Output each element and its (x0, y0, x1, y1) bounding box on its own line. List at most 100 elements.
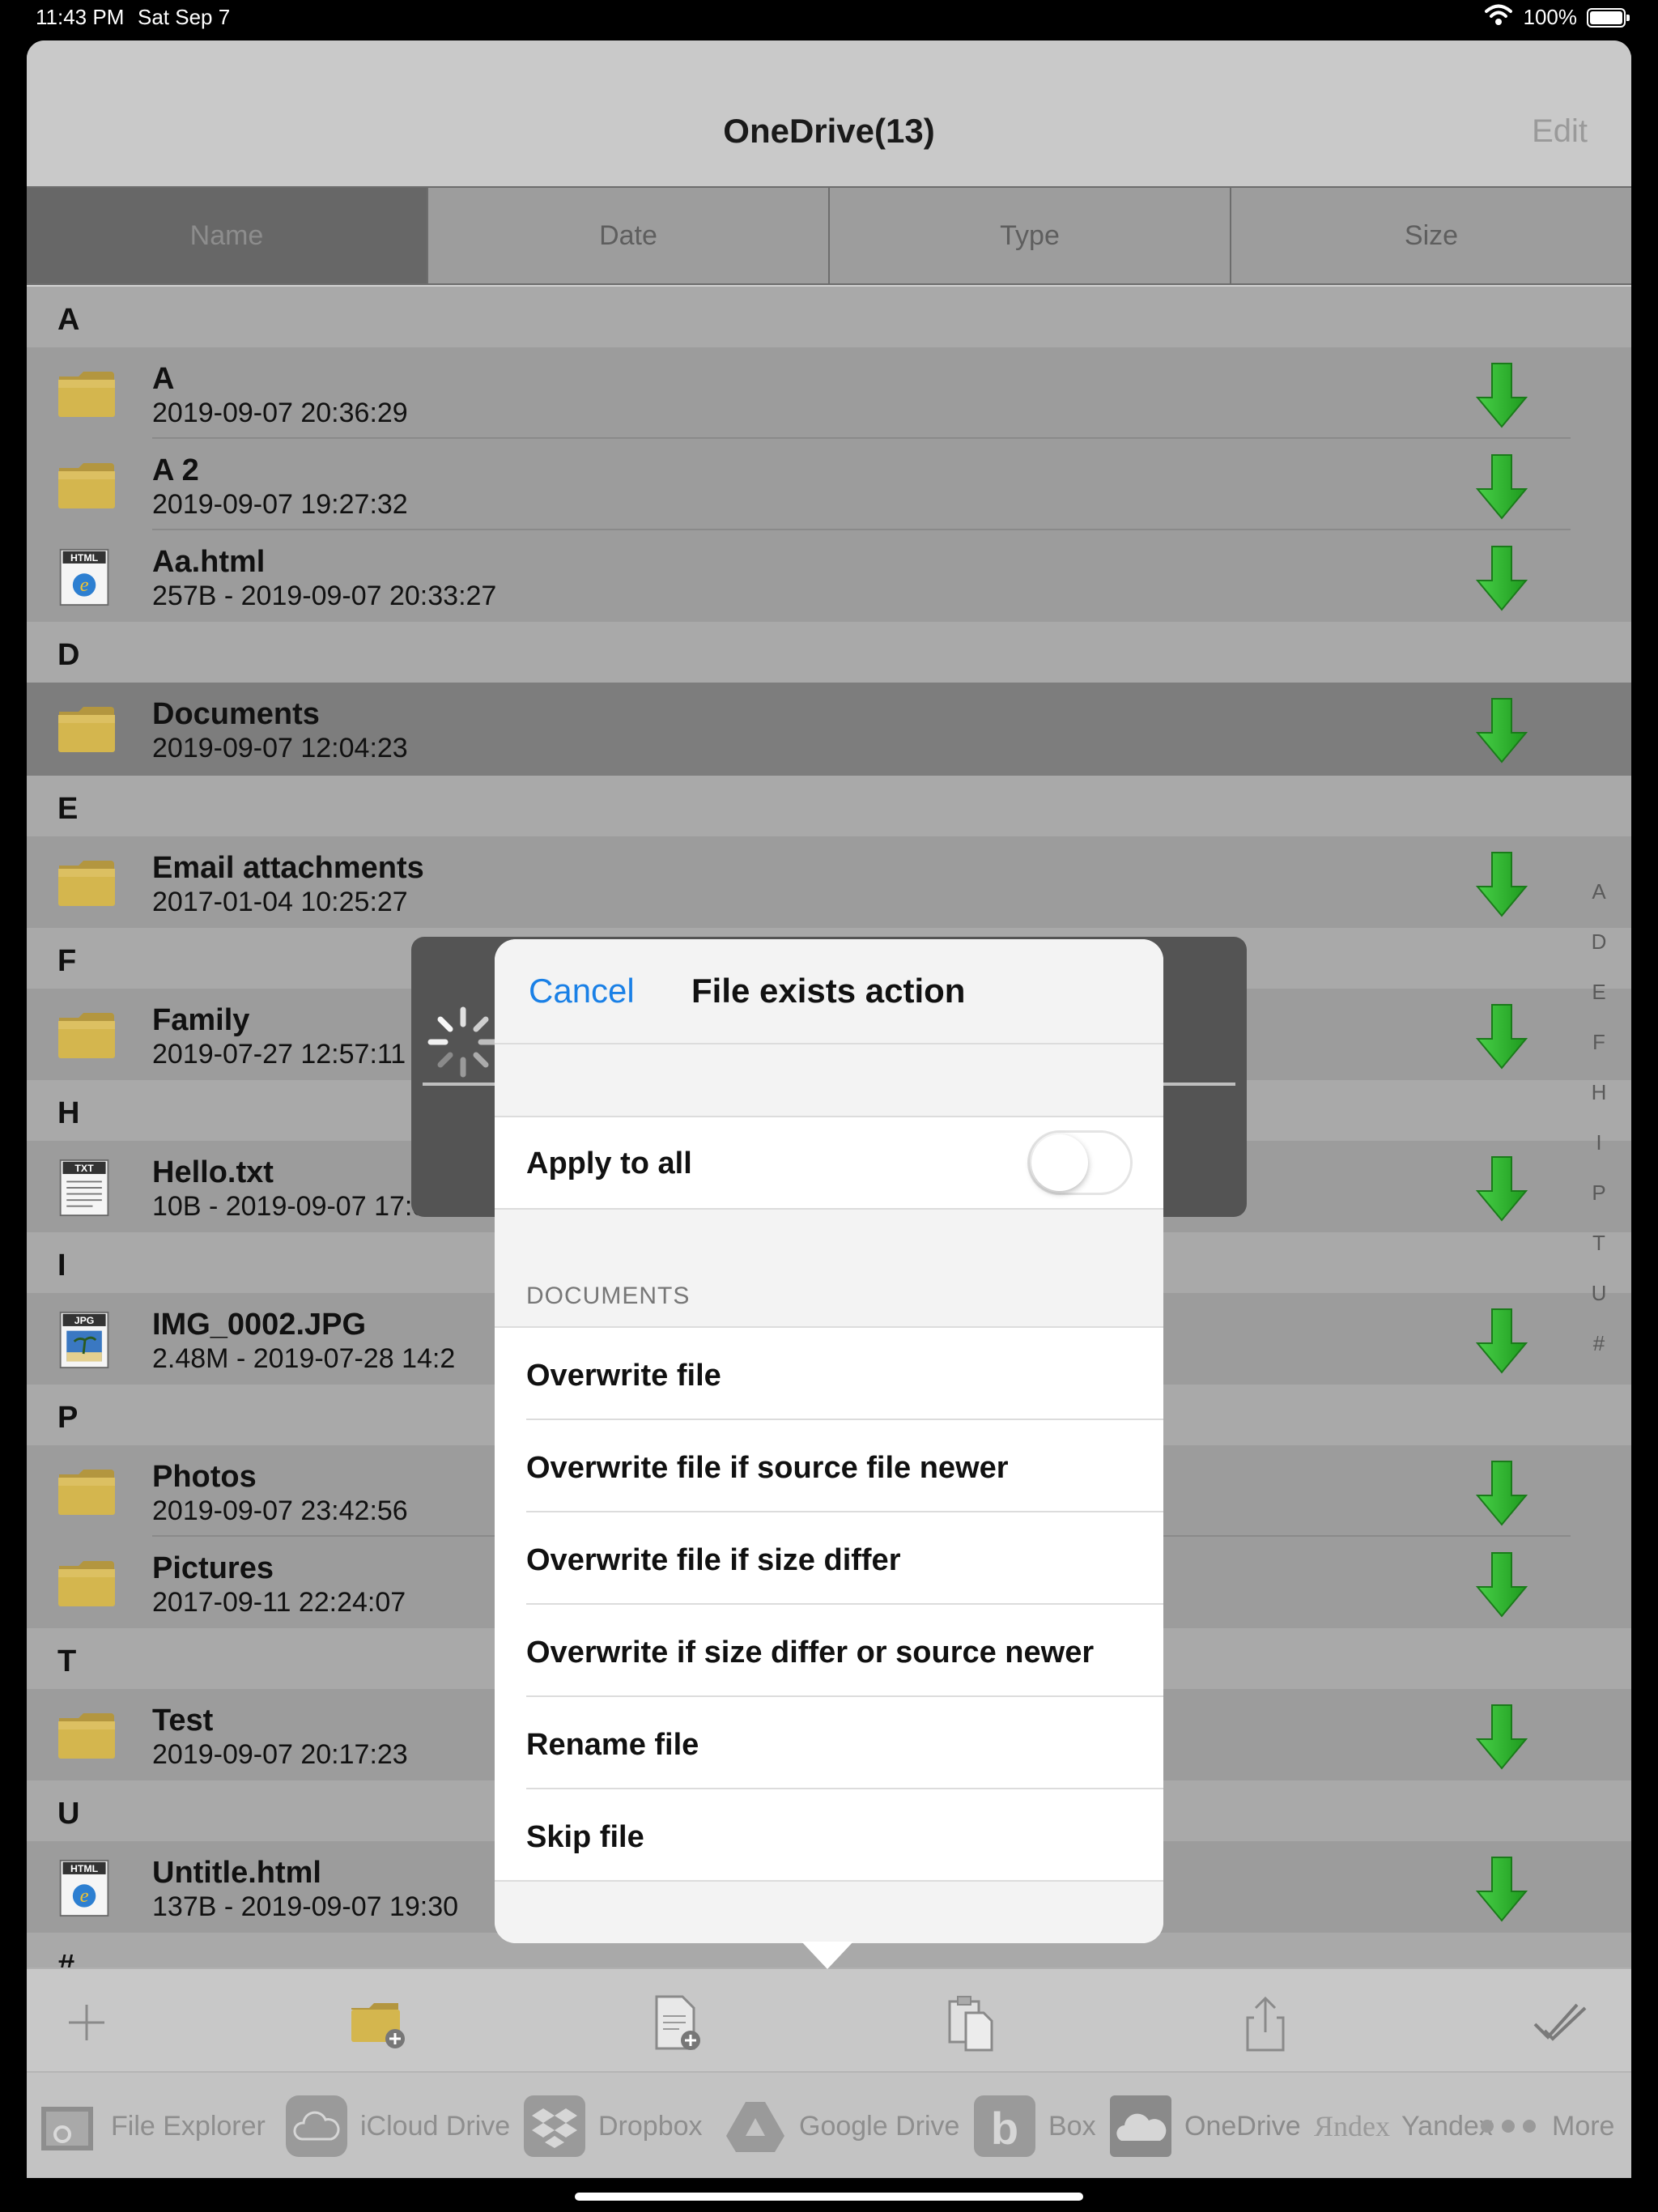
html-file-icon: HTML e (56, 548, 117, 606)
edit-button[interactable]: Edit (1532, 113, 1588, 150)
file-row[interactable]: Email attachments 2017-01-04 10:25:27 (27, 836, 1631, 928)
tab-label: OneDrive (1184, 2110, 1301, 2142)
action-option[interactable]: Overwrite file if size differ (495, 1512, 1163, 1605)
index-letter[interactable]: H (1583, 1080, 1615, 1130)
section-header-label: I (57, 1249, 66, 1283)
paste-icon[interactable] (938, 1990, 1003, 2055)
popover-arrow (801, 1942, 853, 1969)
index-letter[interactable]: I (1583, 1130, 1615, 1180)
apply-to-all-toggle[interactable] (1027, 1130, 1133, 1195)
download-arrow-icon[interactable] (1475, 453, 1528, 520)
txt-file-icon: TXT (56, 1159, 117, 1217)
section-header: D (27, 622, 1631, 683)
tab-icloud-drive[interactable]: iCloud Drive (284, 2091, 510, 2162)
index-letter[interactable]: # (1583, 1331, 1615, 1381)
index-letter[interactable]: E (1583, 980, 1615, 1030)
download-arrow-icon[interactable] (1475, 1551, 1528, 1618)
download-arrow-icon[interactable] (1475, 1308, 1528, 1374)
index-letter[interactable]: D (1583, 929, 1615, 980)
icloud-icon (284, 2094, 349, 2159)
folder-icon (56, 700, 117, 757)
new-file-icon[interactable] (644, 1990, 708, 2055)
sort-tab-type[interactable]: Type (830, 188, 1231, 283)
index-letter[interactable]: F (1583, 1030, 1615, 1080)
google-drive-icon (723, 2094, 788, 2159)
plus-icon[interactable] (54, 1990, 119, 2055)
new-folder-icon[interactable] (346, 1990, 411, 2055)
tab-onedrive[interactable]: OneDrive (1108, 2091, 1301, 2162)
download-arrow-icon[interactable] (1475, 545, 1528, 611)
download-arrow-icon[interactable] (1475, 1704, 1528, 1770)
tab-box[interactable]: b Box (972, 2091, 1096, 2162)
action-option[interactable]: Overwrite if size differ or source newer (495, 1605, 1163, 1697)
svg-text:JPG: JPG (74, 1315, 95, 1326)
onedrive-icon (1108, 2094, 1173, 2159)
action-option-label: Rename file (526, 1728, 699, 1762)
section-header-label: A (57, 303, 80, 337)
file-detail: 2017-09-11 22:24:07 (152, 1587, 406, 1618)
action-option[interactable]: Rename file (495, 1697, 1163, 1789)
download-arrow-icon[interactable] (1475, 1856, 1528, 1922)
file-name: Photos (152, 1460, 257, 1494)
sort-tab-date[interactable]: Date (428, 188, 830, 283)
section-index-bar[interactable]: A D E F H I P T U # (1583, 879, 1615, 1381)
action-option-label: Skip file (526, 1820, 644, 1854)
folder-icon (56, 457, 117, 513)
tab-yandex[interactable]: Яndex Yandex (1314, 2091, 1493, 2162)
svg-text:e: e (80, 1885, 89, 1907)
file-detail: 2019-09-07 12:04:23 (152, 733, 408, 764)
download-arrow-icon[interactable] (1475, 697, 1528, 764)
folder-icon (56, 1555, 117, 1611)
home-indicator (575, 2193, 1083, 2201)
share-icon[interactable] (1233, 1990, 1298, 2055)
toggle-knob (1031, 1134, 1088, 1191)
tab-dropbox[interactable]: Dropbox (522, 2091, 703, 2162)
file-row[interactable]: Documents 2019-09-07 12:04:23 (27, 683, 1631, 776)
more-icon (1476, 2094, 1541, 2159)
popover-title: File exists action (691, 972, 966, 1010)
file-row[interactable]: A 2019-09-07 20:36:29 (27, 347, 1631, 439)
tab-label: More (1552, 2110, 1615, 2142)
action-option[interactable]: Overwrite file (495, 1328, 1163, 1420)
file-exists-popover: Cancel File exists action Apply to all D… (495, 939, 1163, 1943)
index-letter[interactable]: P (1583, 1180, 1615, 1231)
box-icon: b (972, 2094, 1037, 2159)
action-option[interactable]: Skip file (495, 1789, 1163, 1882)
svg-text:HTML: HTML (70, 1863, 99, 1874)
download-arrow-icon[interactable] (1475, 1460, 1528, 1526)
section-header-label: D (57, 638, 80, 672)
battery-percent: 100% (1523, 5, 1578, 29)
section-header-label: U (57, 1797, 80, 1831)
download-arrow-icon[interactable] (1475, 1155, 1528, 1222)
tab-more[interactable]: More (1476, 2091, 1614, 2162)
download-arrow-icon[interactable] (1475, 1003, 1528, 1070)
select-all-icon[interactable] (1528, 1990, 1593, 2055)
sort-segmented-control: Name Date Type Size (27, 186, 1631, 285)
page-title: OneDrive(13) (723, 112, 935, 150)
file-detail: 2019-09-07 20:36:29 (152, 398, 408, 428)
bottom-toolbar (27, 1967, 1631, 2071)
jpg-file-icon: JPG (56, 1311, 117, 1369)
tab-label: Dropbox (598, 2110, 703, 2142)
folder-icon (56, 1707, 117, 1763)
status-time: 11:43 PM (36, 5, 125, 29)
sort-tab-name[interactable]: Name (27, 188, 428, 283)
file-detail: 2019-09-07 20:17:23 (152, 1739, 408, 1770)
sort-tab-size[interactable]: Size (1231, 188, 1631, 283)
index-letter[interactable]: T (1583, 1231, 1615, 1281)
tab-file-explorer[interactable]: File Explorer (35, 2091, 266, 2162)
index-letter[interactable]: A (1583, 879, 1615, 929)
file-row[interactable]: A 2 2019-09-07 19:27:32 (27, 439, 1631, 530)
file-row[interactable]: HTML e Aa.html 257B - 2019-09-07 20:33:27 (27, 530, 1631, 622)
file-name: Hello.txt (152, 1155, 274, 1189)
section-header-label: F (57, 944, 77, 978)
apply-to-all-label: Apply to all (526, 1146, 692, 1180)
index-letter[interactable]: U (1583, 1281, 1615, 1331)
cancel-button[interactable]: Cancel (529, 972, 635, 1010)
tab-google-drive[interactable]: Google Drive (723, 2091, 959, 2162)
action-option[interactable]: Overwrite file if source file newer (495, 1420, 1163, 1512)
file-name: Pictures (152, 1551, 274, 1585)
download-arrow-icon[interactable] (1475, 851, 1528, 917)
svg-text:HTML: HTML (70, 552, 99, 564)
download-arrow-icon[interactable] (1475, 362, 1528, 428)
